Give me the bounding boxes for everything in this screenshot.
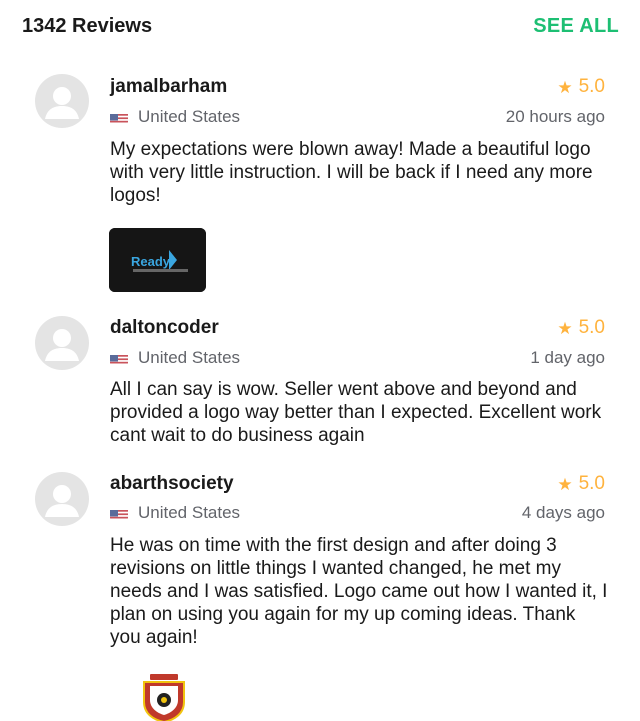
us-flag-icon [110,111,128,123]
avatar[interactable] [35,472,89,526]
reviewer-username[interactable]: abarthsociety [110,473,234,495]
country-label: United States [138,348,241,367]
rating-value: 5.0 [578,76,605,97]
reviews-count-title: 1342 Reviews [22,15,153,37]
rating-value: 5.0 [578,473,605,494]
country-label: United States [138,107,241,126]
user-placeholder-icon [45,485,79,517]
reviews-header: 1342 Reviews SEE ALL [0,0,640,56]
star-icon: ★ [557,77,573,97]
avatar[interactable] [35,74,89,128]
avatar[interactable] [35,316,89,370]
reviewer-country: United States [110,503,240,523]
reviewer-username[interactable]: daltoncoder [110,317,219,339]
us-flag-icon [110,507,128,519]
review-attachment-thumbnail[interactable]: Ready [109,228,206,292]
star-icon: ★ [557,474,573,494]
rating: ★ 5.0 [557,76,605,98]
review-time: 4 days ago [521,503,605,522]
review-text: My expectations were blown away! Made a … [110,139,593,206]
user-placeholder-icon [45,87,79,119]
attachment-label: Ready [131,254,171,269]
review-time: 1 day ago [530,348,605,367]
user-placeholder-icon [45,329,79,361]
rating: ★ 5.0 [557,473,605,495]
rating-value: 5.0 [578,317,605,338]
badge-logo-thumbnail-icon [143,674,185,721]
review-text: He was on time with the first design and… [110,535,608,648]
review-attachment-thumbnail[interactable] [138,672,190,721]
logo-thumbnail-icon: Ready [109,228,206,292]
review-time: 20 hours ago [505,107,605,126]
reviewer-country: United States [110,348,240,368]
review-text: All I can say is wow. Seller went above … [110,379,602,446]
us-flag-icon [110,352,128,364]
country-label: United States [138,503,241,522]
reviewer-username[interactable]: jamalbarham [110,76,227,98]
reviewer-country: United States [110,107,240,127]
star-icon: ★ [557,318,573,338]
rating: ★ 5.0 [557,317,605,339]
see-all-button[interactable]: SEE ALL [533,15,619,38]
